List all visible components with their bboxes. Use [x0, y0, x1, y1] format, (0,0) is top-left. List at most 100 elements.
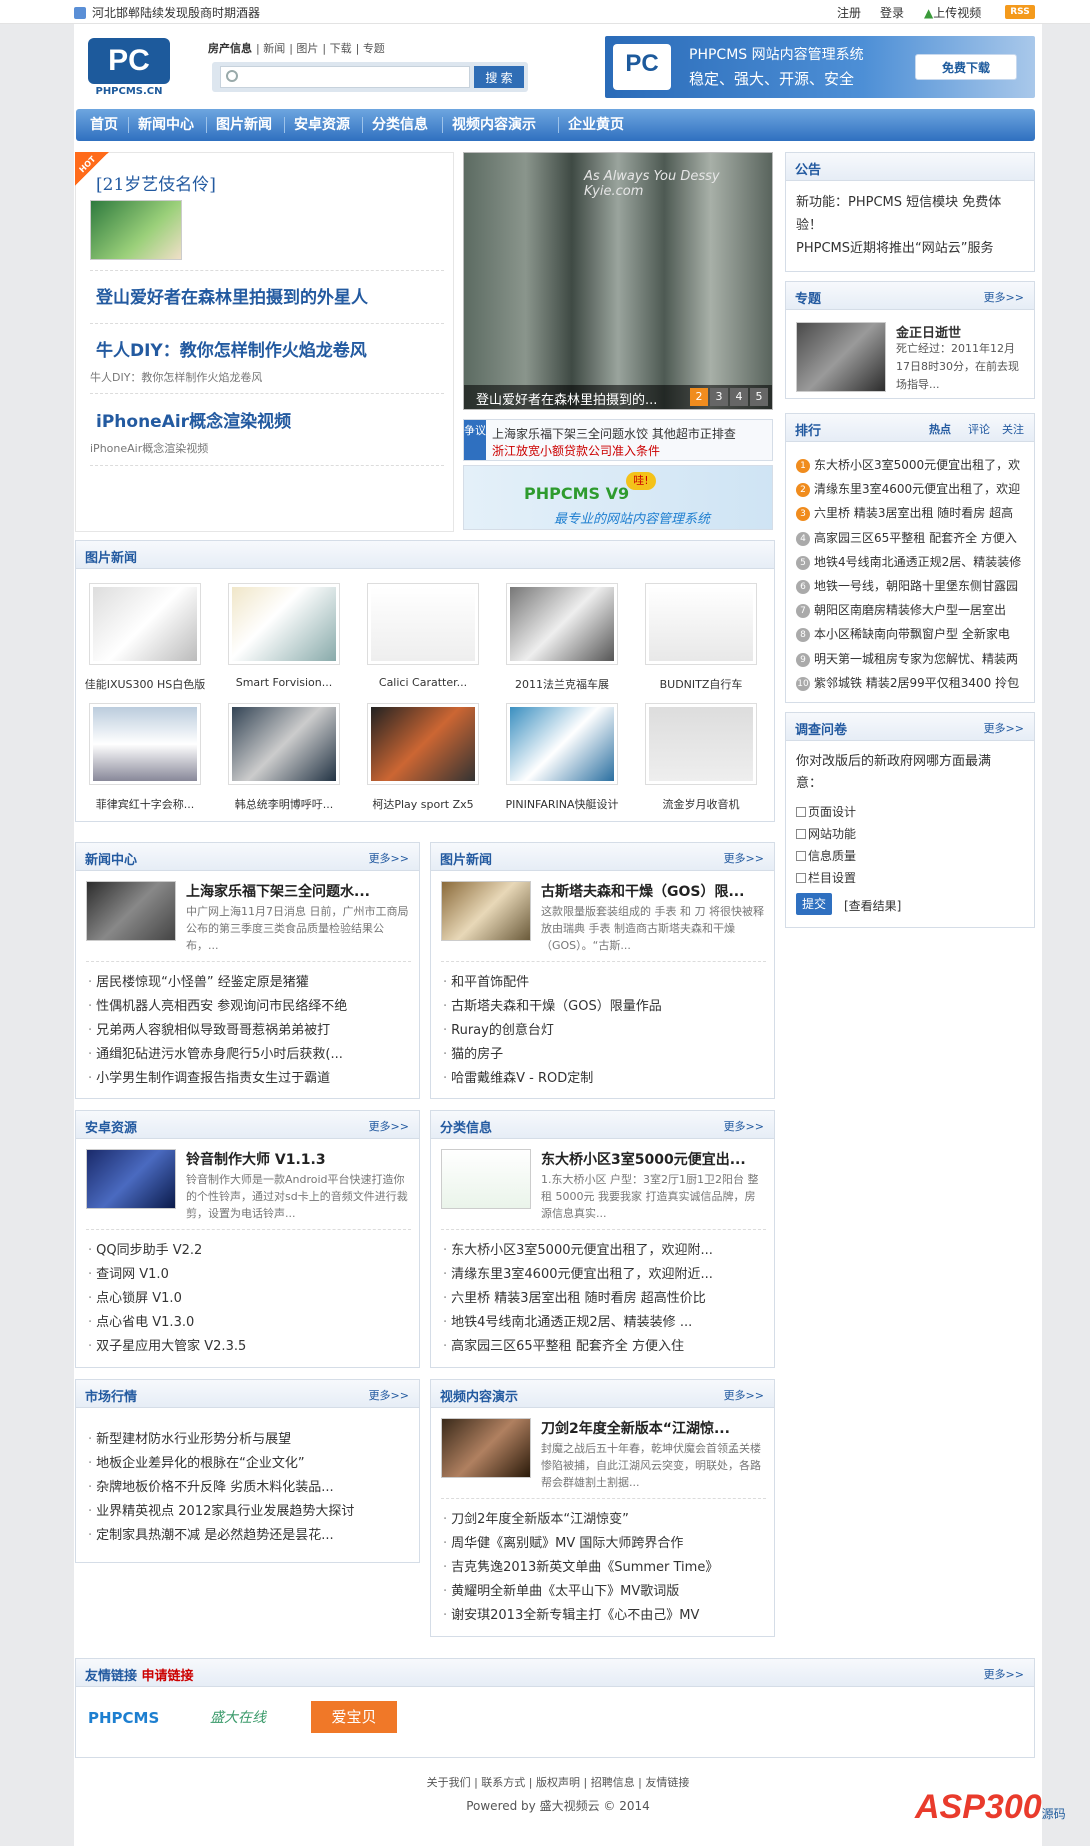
picnews-image[interactable]	[367, 703, 479, 785]
list-item[interactable]: 性偶机器人亮相西安 参观询问市民络绎不绝	[88, 995, 408, 1019]
nav-news[interactable]: 新闻中心	[138, 109, 194, 141]
slider-page-3[interactable]: 3	[710, 388, 728, 406]
survey-submit-button[interactable]: 提交	[796, 893, 832, 915]
picnews-caption[interactable]: PININFARINA快艇设计	[497, 796, 627, 812]
picnews-caption[interactable]: 韩总统李明博呼吁...	[219, 796, 349, 812]
ranking-tab-comment[interactable]: 评论	[968, 421, 990, 437]
picnews-caption[interactable]: BUDNITZ自行车	[636, 676, 766, 692]
ranking-item[interactable]: 8 本小区稀缺南向带飘窗户型 全新家电	[796, 625, 1024, 643]
partner-logo-aibaobei[interactable]: 爱宝贝	[311, 1701, 397, 1733]
list-item[interactable]: QQ同步助手 V2.2	[88, 1239, 408, 1263]
list-item[interactable]: 刀剑2年度全新版本“江湖惊变”	[443, 1508, 763, 1532]
notice-line[interactable]: 新功能：PHPCMS 短信模块 免费体验！	[796, 191, 1024, 237]
picnews-caption[interactable]: Smart Forvision...	[219, 676, 349, 689]
v9-banner[interactable]: PHPCMS V9 哇! 最专业的网站内容管理系统	[463, 465, 773, 530]
list-item[interactable]: 和平首饰配件	[443, 971, 763, 995]
ranking-tab-hot[interactable]: 热点	[929, 421, 951, 437]
survey-option[interactable]: 页面设计	[796, 803, 856, 820]
list-item[interactable]: 清缘东里3室4600元便宜出租了，欢迎附近...	[443, 1263, 763, 1287]
list-item[interactable]: 谢安琪2013全新专辑主打《心不由己》MV	[443, 1604, 763, 1628]
notice-line[interactable]: PHPCMS近期将推出“网站云”服务	[796, 237, 1024, 256]
picnews-caption[interactable]: 菲律宾红十字会称...	[80, 796, 210, 812]
picnews-image[interactable]	[645, 703, 757, 785]
section-thumbnail[interactable]	[441, 1149, 531, 1209]
nav-home[interactable]: 首页	[90, 109, 118, 141]
list-item[interactable]: 东大桥小区3室5000元便宜出租了，欢迎附...	[443, 1239, 763, 1263]
list-item[interactable]: Ruray的创意台灯	[443, 1019, 763, 1043]
ranking-item[interactable]: 7 朝阳区南磨房精装修大户型一居室出	[796, 601, 1024, 619]
links-more[interactable]: 更多>>	[984, 1666, 1024, 1682]
list-item[interactable]: 点心锁屏 V1.0	[88, 1287, 408, 1311]
picnews-caption[interactable]: 佳能IXUS300 HS白色版	[80, 676, 210, 692]
rss-button[interactable]: RSS	[1005, 5, 1035, 19]
picnews-image[interactable]	[228, 703, 340, 785]
slider-page-5[interactable]: 5	[750, 388, 768, 406]
list-item[interactable]: 双子星应用大管家 V2.3.5	[88, 1335, 408, 1359]
dispute-line[interactable]: 浙江放宽小额贷款公司准入条件	[492, 442, 660, 459]
ranking-item[interactable]: 5 地铁4号线南北通透正规2居、精装装修	[796, 553, 1024, 570]
hot-thumbnail[interactable]	[90, 200, 182, 260]
survey-option[interactable]: 信息质量	[796, 847, 856, 864]
nav-classified[interactable]: 分类信息	[372, 109, 428, 141]
ranking-item[interactable]: 6 地铁一号线，朝阳路十里堡东侧甘露园	[796, 577, 1024, 594]
slider-page-4[interactable]: 4	[730, 388, 748, 406]
picnews-image[interactable]	[89, 583, 201, 665]
picnews-caption[interactable]: 2011法兰克福车展	[497, 676, 627, 692]
login-link[interactable]: 登录	[880, 4, 904, 21]
section-more-link[interactable]: 更多>>	[369, 1387, 409, 1403]
hot-item-title[interactable]: 牛人DIY：教你怎样制作火焰龙卷风	[96, 336, 367, 361]
ticker-text[interactable]: 河北邯郸陆续发现殷商时期酒器	[92, 6, 260, 20]
partner-logo-shanda[interactable]: 盛大在线	[210, 1704, 290, 1732]
picnews-image[interactable]	[645, 583, 757, 665]
section-more-link[interactable]: 更多>>	[724, 850, 764, 866]
ranking-item[interactable]: 10 紫邻城铁 精装2居99平仅租3400 拎包	[796, 674, 1024, 691]
section-more-link[interactable]: 更多>>	[369, 1118, 409, 1134]
search-tab-pictures[interactable]: 图片	[296, 42, 318, 55]
nav-yellowpages[interactable]: 企业黄页	[568, 109, 624, 141]
section-thumbnail[interactable]	[441, 881, 531, 941]
section-thumbnail[interactable]	[86, 881, 176, 941]
dispute-line[interactable]: 上海家乐福下架三全问题水饺 其他超市正排查	[492, 425, 736, 442]
search-tab-download[interactable]: 下载	[330, 42, 352, 55]
section-more-link[interactable]: 更多>>	[724, 1118, 764, 1134]
section-feature-title[interactable]: 古斯塔夫森和干燥（GOS）限...	[541, 881, 766, 901]
section-feature-title[interactable]: 铃音制作大师 V1.1.3	[186, 1149, 411, 1169]
register-link[interactable]: 注册	[837, 4, 861, 21]
list-item[interactable]: 吉克隽逸2013新英文单曲《Summer Time》	[443, 1556, 763, 1580]
ranking-item[interactable]: 9 明天第一城租房专家为您解忧、精装两	[796, 650, 1024, 667]
photo-slider[interactable]: As Always You Dessy Kyie.com 登山爱好者在森林里拍摄…	[463, 152, 773, 410]
hot-title[interactable]: [21岁艺伎名伶]	[96, 170, 216, 195]
list-item[interactable]: 通缉犯砧进污水管赤身爬行5小时后获救(...	[88, 1043, 408, 1067]
section-thumbnail[interactable]	[441, 1418, 531, 1478]
section-thumbnail[interactable]	[86, 1149, 176, 1209]
list-item[interactable]: 六里桥 精装3居室出租 随时看房 超高性价比	[443, 1287, 763, 1311]
picnews-image[interactable]	[228, 583, 340, 665]
ranking-tab-follow[interactable]: 关注	[1002, 421, 1024, 437]
ranking-item[interactable]: 2 清缘东里3室4600元便宜出租了，欢迎	[796, 480, 1024, 498]
list-item[interactable]: 居民楼惊现“小怪兽” 经鉴定原是猪獾	[88, 971, 408, 995]
topic-more-link[interactable]: 更多>>	[984, 289, 1024, 305]
topic-name[interactable]: 金正日逝世	[896, 322, 961, 341]
section-feature-title[interactable]: 东大桥小区3室5000元便宜出...	[541, 1149, 766, 1169]
slider-page-2[interactable]: 2	[690, 388, 708, 406]
list-item[interactable]: 点心省电 V1.3.0	[88, 1311, 408, 1335]
section-more-link[interactable]: 更多>>	[724, 1387, 764, 1403]
picnews-caption[interactable]: 柯达Play sport Zx5	[358, 796, 488, 812]
list-item[interactable]: 业界精英视点 2012家具行业发展趋势大探讨	[88, 1500, 408, 1524]
picnews-image[interactable]	[506, 703, 618, 785]
list-item[interactable]: 杂牌地板价格不升反降 劣质木料化装品...	[88, 1476, 408, 1500]
upload-video-link[interactable]: ▲上传视频	[924, 4, 981, 21]
search-input[interactable]	[220, 66, 470, 88]
hot-item-title[interactable]: 登山爱好者在森林里拍摄到的外星人	[96, 283, 368, 308]
partner-logo-phpcms[interactable]: PHPCMS	[88, 1704, 174, 1732]
topic-thumbnail[interactable]	[796, 322, 886, 392]
nav-video[interactable]: 视频内容演示	[452, 109, 536, 141]
ranking-item[interactable]: 1 东大桥小区3室5000元便宜出租了，欢	[796, 456, 1024, 473]
free-download-button[interactable]: 免费下载	[915, 54, 1017, 80]
picnews-caption[interactable]: Calici Caratter...	[358, 676, 488, 689]
section-feature-title[interactable]: 上海家乐福下架三全问题水...	[186, 881, 411, 901]
picnews-image[interactable]	[506, 583, 618, 665]
list-item[interactable]: 哈雷戴维森V - ROD定制	[443, 1067, 763, 1091]
section-more-link[interactable]: 更多>>	[369, 850, 409, 866]
section-feature-title[interactable]: 刀剑2年度全新版本“江湖惊...	[541, 1418, 766, 1438]
